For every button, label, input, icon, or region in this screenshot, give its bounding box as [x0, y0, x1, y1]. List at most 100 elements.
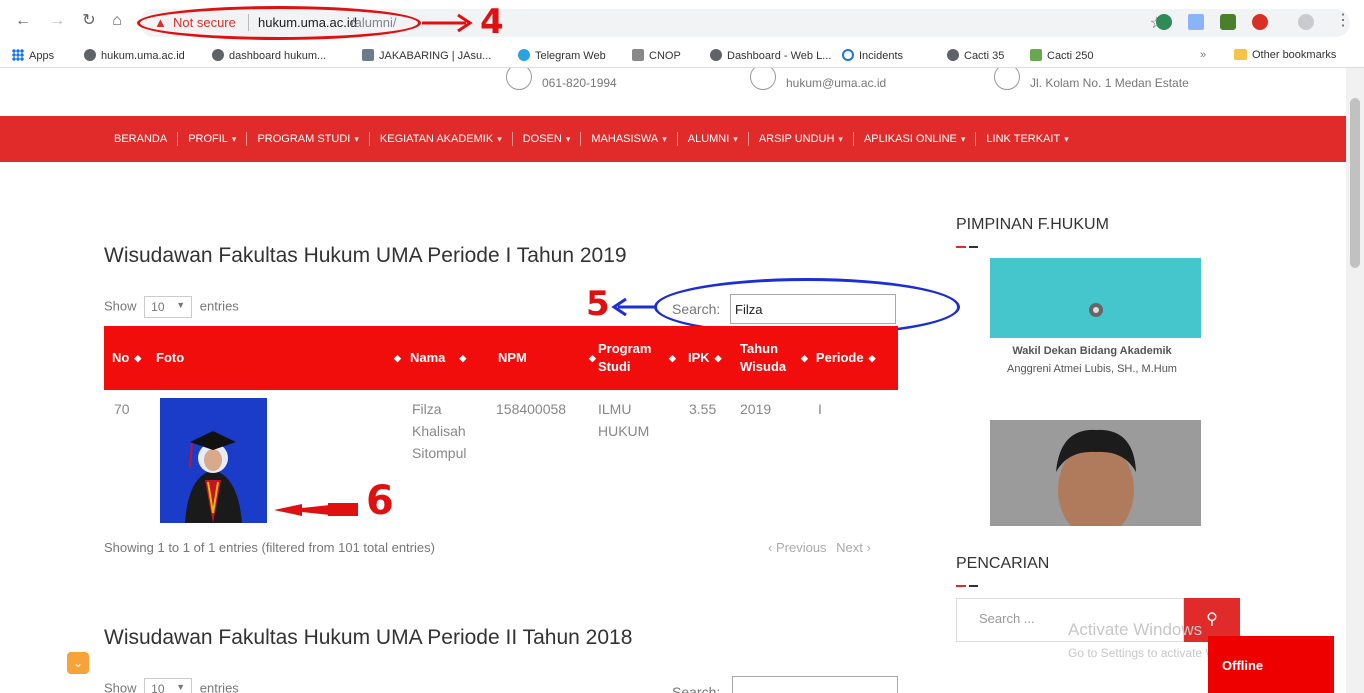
contact-address: Jl. Kolam No. 1 Medan Estate: [994, 68, 1189, 90]
sort-icon: ◆: [868, 353, 876, 363]
phone-icon: [506, 68, 532, 90]
graduate-photo[interactable]: [160, 398, 267, 523]
annotation-arrow-5: [611, 297, 656, 317]
col-header-npm[interactable]: NPM: [498, 326, 527, 390]
adblock-icon[interactable]: [1252, 14, 1268, 30]
chevron-right-icon: ›: [866, 540, 871, 555]
sort-icon: ◆: [394, 353, 401, 363]
menu-item-dosen[interactable]: DOSEN ▾: [513, 132, 582, 146]
menu-item-alumni[interactable]: ALUMNI ▾: [678, 132, 749, 146]
chevron-down-icon: ▾: [354, 134, 359, 144]
staff-photo[interactable]: [990, 420, 1201, 526]
menu-item-mahasiswa[interactable]: MAHASISWA ▾: [581, 132, 678, 146]
bookmark-item[interactable]: dashboard hukum...: [212, 49, 326, 62]
bookmark-item[interactable]: Dashboard - Web L...: [710, 49, 831, 62]
col-header-ipk[interactable]: IPK ◆: [688, 326, 722, 390]
table-search-input[interactable]: [732, 676, 898, 693]
menu-item-arsip-unduh[interactable]: ARSIP UNDUH ▾: [749, 132, 854, 146]
other-bookmarks[interactable]: Other bookmarks: [1234, 49, 1336, 61]
site-icon: [632, 49, 644, 61]
table-search-input[interactable]: [730, 294, 896, 324]
offline-chat-button[interactable]: Offline: [1208, 636, 1334, 693]
dean-photo[interactable]: [990, 258, 1201, 338]
mail-icon: [750, 68, 776, 90]
folder-icon: [1234, 49, 1247, 60]
scrollbar-thumb[interactable]: [1350, 98, 1360, 268]
extension-icon[interactable]: [1220, 14, 1236, 30]
apps-grid-icon: [12, 49, 24, 61]
bookmark-item[interactable]: Cacti 250: [1030, 49, 1093, 62]
col-header-npm-sort[interactable]: ◆: [584, 326, 596, 390]
menu-item-kegiatan-akademik[interactable]: KEGIATAN AKADEMIK ▾: [370, 132, 513, 146]
previous-link[interactable]: Previous: [776, 540, 827, 555]
extension-icon[interactable]: [1156, 14, 1172, 30]
scroll-down-icon[interactable]: ⌄: [67, 652, 89, 674]
sort-icon: ◆: [669, 353, 676, 363]
cell-no: 70: [114, 401, 130, 417]
col-header-program-studi[interactable]: Program Studi: [598, 326, 651, 390]
col-header-program-sort[interactable]: ◆: [664, 326, 676, 390]
globe-icon: [710, 49, 722, 61]
cell-nama: Filza Khalisah Sitompul: [412, 401, 467, 461]
menu-item-beranda[interactable]: BERANDA: [104, 132, 179, 146]
main-navigation: BERANDA PROFIL ▾ PROGRAM STUDI ▾ KEGIATAN …: [0, 116, 1346, 162]
page-scrollbar[interactable]: [1346, 68, 1364, 693]
col-header-no[interactable]: No ◆: [112, 326, 141, 390]
cacti-icon: [1030, 49, 1042, 61]
col-header-tahun-wisuda[interactable]: Tahun Wisuda: [740, 326, 786, 390]
sort-icon: ◆: [801, 353, 808, 363]
entries-select[interactable]: 10 ▼: [144, 678, 193, 693]
chevron-left-icon: ‹: [768, 540, 773, 555]
chevron-down-icon: ▾: [1064, 134, 1069, 144]
col-header-periode[interactable]: ◆ Periode ◆: [796, 326, 876, 390]
sidebar-title-pencarian: PENCARIAN: [956, 555, 1050, 572]
forward-arrow-icon[interactable]: →: [48, 12, 66, 30]
contact-phone: 061-820-1994: [506, 68, 617, 90]
cell-tahun: 2019: [740, 401, 772, 417]
annotation-ellipse-4: [137, 6, 421, 40]
entries-length-control: Show 10 ▼ entries: [104, 678, 239, 693]
globe-icon: [212, 49, 224, 61]
bookmark-item[interactable]: Incidents: [842, 49, 903, 62]
bookmark-apps[interactable]: Apps: [12, 49, 54, 62]
col-header-nama[interactable]: Nama ◆: [410, 326, 466, 390]
sidebar-title-pimpinan: PIMPINAN F.HUKUM: [956, 216, 1109, 233]
circle-icon: [842, 49, 854, 61]
cell-ipk: 3.55: [689, 401, 717, 417]
download-extension-icon[interactable]: [1188, 14, 1204, 30]
home-icon[interactable]: ⌂: [108, 12, 126, 30]
globe-icon: [947, 49, 959, 61]
bookmark-item[interactable]: hukum.uma.ac.id: [84, 49, 185, 62]
bookmark-item[interactable]: JAKABARING | JAsu...: [362, 49, 491, 62]
bookmark-item[interactable]: Telegram Web: [518, 49, 606, 62]
menu-item-profil[interactable]: PROFIL ▾: [178, 132, 248, 146]
menu-kebab-icon[interactable]: ⋮: [1334, 12, 1352, 30]
annotation-number-4: 4: [480, 2, 504, 42]
menu-item-program-studi[interactable]: PROGRAM STUDI ▾: [247, 132, 370, 146]
annotation-arrow-6: [274, 503, 358, 516]
location-icon: [994, 68, 1020, 90]
bookmarks-overflow[interactable]: »: [1200, 49, 1206, 61]
menu-item-link-terkait[interactable]: LINK TERKAIT ▾: [976, 132, 1078, 146]
bookmarks-bar: Apps hukum.uma.ac.id dashboard hukum... …: [0, 44, 1364, 68]
telegram-icon: [518, 49, 530, 61]
web-page: 061-820-1994 hukum@uma.ac.id Jl. Kolam N…: [0, 68, 1346, 693]
brooch-image: [1089, 303, 1103, 317]
contact-email: hukum@uma.ac.id: [750, 68, 886, 90]
bookmark-item[interactable]: Cacti 35: [947, 49, 1004, 62]
menu-item-aplikasi-online[interactable]: APLIKASI ONLINE ▾: [854, 132, 977, 146]
profile-avatar-icon[interactable]: [1298, 14, 1314, 30]
col-header-foto[interactable]: Foto: [156, 326, 184, 390]
bookmark-item[interactable]: CNOP: [632, 49, 681, 62]
reload-icon[interactable]: ↻: [80, 12, 98, 30]
chevron-down-icon: ▾: [497, 134, 502, 144]
activate-windows-title: Activate Windows: [1068, 620, 1203, 639]
portrait-image: [990, 420, 1201, 526]
col-header-foto-sort[interactable]: ◆: [389, 326, 401, 390]
search-label: Search:: [672, 301, 721, 317]
next-link[interactable]: Next: [836, 540, 863, 555]
back-arrow-icon[interactable]: ←: [14, 12, 32, 30]
chevron-down-icon: ▾: [838, 134, 843, 144]
entries-select[interactable]: 10 ▼: [144, 296, 193, 318]
annotation-number-5: 5: [586, 284, 610, 324]
